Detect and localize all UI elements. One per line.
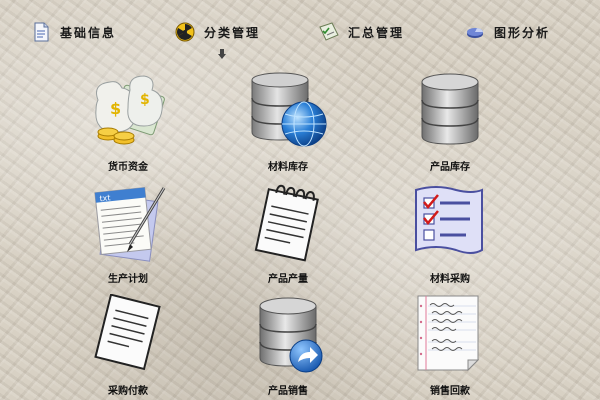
- radiation-icon: [174, 21, 196, 43]
- checklist-icon: [318, 21, 340, 43]
- menu-item-label: 图形分析: [494, 25, 551, 40]
- text-document-pen-icon: txt: [88, 182, 168, 262]
- notepad-icon: [248, 182, 328, 262]
- menu-item-summary-management[interactable]: 汇总管理: [318, 20, 404, 44]
- menu-item-basic-info[interactable]: 基础信息: [30, 20, 116, 44]
- document-icon: [30, 21, 52, 43]
- tile-label: 生产计划: [108, 274, 148, 285]
- tile-material-purchase[interactable]: 材料采购: [390, 182, 510, 288]
- tile-product-output[interactable]: 产品产量: [228, 182, 348, 288]
- top-menu-bar: 基础信息 分类管理 汇总管理 图形分析: [0, 0, 600, 60]
- paper-document-icon: [88, 293, 168, 374]
- svg-text:$: $: [140, 92, 150, 108]
- tile-material-inventory[interactable]: 材料库存: [228, 70, 348, 176]
- tile-label: 产品销售: [268, 386, 308, 397]
- menu-item-label: 汇总管理: [348, 25, 405, 40]
- tile-label: 销售回款: [430, 386, 470, 397]
- tile-label: 产品产量: [268, 274, 308, 285]
- tile-label: 产品库存: [430, 162, 470, 173]
- database-globe-icon: [248, 70, 328, 150]
- pointer-cursor-icon: [218, 44, 226, 59]
- tile-label: 采购付款: [108, 386, 148, 397]
- pie-chart-icon: [464, 21, 486, 43]
- tile-production-plan[interactable]: txt 生产计划: [68, 182, 188, 288]
- handwritten-note-icon: [410, 294, 490, 374]
- tile-label: 材料采购: [430, 274, 470, 285]
- database-arrow-icon: [248, 294, 328, 374]
- tile-label: 材料库存: [268, 162, 308, 173]
- menu-item-label: 分类管理: [204, 25, 261, 40]
- database-icon: [410, 70, 490, 150]
- svg-text:txt: txt: [99, 193, 111, 203]
- money-bags-icon: $ $: [88, 70, 168, 150]
- tile-product-sales[interactable]: 产品销售: [228, 294, 348, 400]
- checklist-icon: [410, 182, 490, 262]
- tile-product-inventory[interactable]: 产品库存: [390, 70, 510, 176]
- tile-label: 货币资金: [108, 162, 148, 173]
- tile-cash-funds[interactable]: $ $ 货币资金: [68, 70, 188, 176]
- tile-sales-collection[interactable]: 销售回款: [390, 294, 510, 400]
- tile-purchase-payment[interactable]: 采购付款: [68, 293, 188, 400]
- menu-item-chart-analysis[interactable]: 图形分析: [464, 20, 550, 44]
- menu-item-label: 基础信息: [60, 25, 117, 40]
- svg-text:$: $: [110, 99, 121, 118]
- menu-item-category-management[interactable]: 分类管理: [174, 20, 260, 44]
